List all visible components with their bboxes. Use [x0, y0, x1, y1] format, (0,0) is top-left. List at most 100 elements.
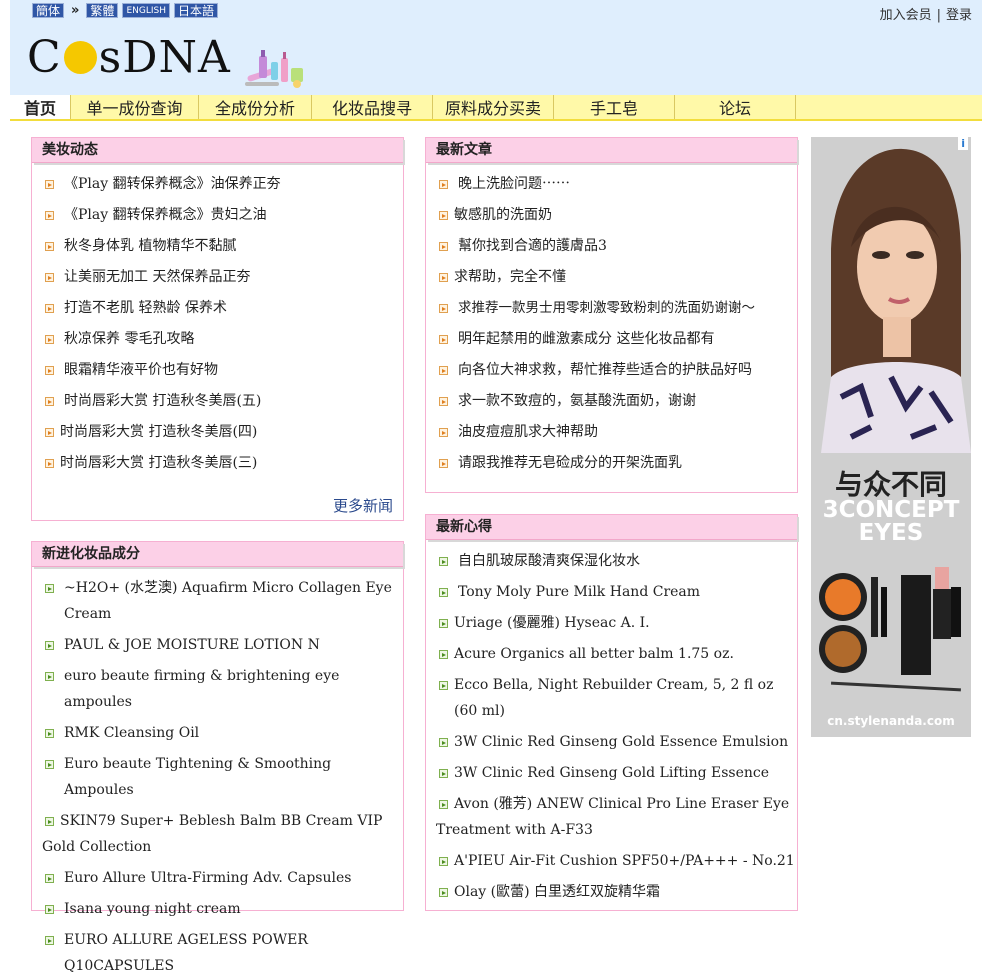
product-link[interactable]: Isana young night cream: [64, 901, 241, 917]
list-item[interactable]: 幫你找到合適的護膚品3: [436, 233, 797, 259]
list-item[interactable]: 《Play 翻转保养概念》贵妇之油: [42, 202, 403, 228]
nav-item-ingredient-trade[interactable]: 原料成分买卖: [433, 95, 554, 119]
article-link[interactable]: 油皮痘痘肌求大神帮助: [458, 424, 598, 440]
list-item[interactable]: 油皮痘痘肌求大神帮助: [436, 419, 797, 445]
list-item[interactable]: 时尚唇彩大赏 打造秋冬美唇(三): [42, 450, 403, 476]
list-item[interactable]: 眼霜精华液平价也有好物: [42, 357, 403, 383]
list-item[interactable]: A'PIEU Air-Fit Cushion SPF50+/PA+++ - No…: [436, 848, 797, 874]
model-portrait-icon: [811, 137, 971, 453]
list-item[interactable]: 请跟我推荐无皂硷成分的开架洗面乳: [436, 450, 797, 476]
list-item[interactable]: 秋凉保养 零毛孔攻略: [42, 326, 403, 352]
list-item[interactable]: 《Play 翻转保养概念》油保养正夯: [42, 171, 403, 197]
nav-item-handmade-soap[interactable]: 手工皂: [554, 95, 675, 119]
list-item[interactable]: RMK Cleansing Oil: [42, 720, 403, 746]
review-link[interactable]: 自白肌玻尿酸清爽保湿化妆水: [458, 553, 640, 569]
list-item[interactable]: Tony Moly Pure Milk Hand Cream: [436, 579, 797, 605]
list-item[interactable]: 向各位大神求救，帮忙推荐些适合的护肤品好吗: [436, 357, 797, 383]
nav-item-product-search[interactable]: 化妆品搜寻: [312, 95, 433, 119]
lang-simplified-button[interactable]: 簡体: [32, 2, 65, 18]
review-link[interactable]: A'PIEU Air-Fit Cushion SPF50+/PA+++ - No…: [454, 853, 795, 869]
list-item[interactable]: Olay (歐蕾) 白里透红双旋精华霜: [436, 879, 797, 905]
list-item[interactable]: EURO ALLURE AGELESS POWER Q10CAPSULES: [42, 927, 403, 979]
list-item[interactable]: Ecco Bella, Night Rebuilder Cream, 5, 2 …: [436, 672, 797, 724]
news-link[interactable]: 《Play 翻转保养概念》油保养正夯: [64, 176, 281, 192]
list-item[interactable]: 敏感肌的洗面奶: [436, 202, 797, 228]
article-link[interactable]: 求帮助，完全不懂: [454, 269, 566, 285]
news-link[interactable]: 秋冬身体乳 植物精华不黏腻: [64, 238, 236, 254]
review-link[interactable]: Acure Organics all better balm 1.75 oz.: [454, 646, 734, 662]
arrow-bullet-icon: [45, 459, 54, 468]
list-item[interactable]: 晚上洗脸问题⋯⋯: [436, 171, 797, 197]
list-item[interactable]: 打造不老肌 轻熟龄 保养术: [42, 295, 403, 321]
list-item[interactable]: Euro beaute Tightening & Smoothing Ampou…: [42, 751, 403, 803]
news-link[interactable]: 时尚唇彩大赏 打造秋冬美唇(三): [60, 455, 257, 471]
nav-item-home[interactable]: 首页: [10, 95, 71, 119]
register-link[interactable]: 加入会员: [880, 8, 932, 23]
review-link[interactable]: Olay (歐蕾) 白里透红双旋精华霜: [454, 884, 660, 900]
article-link[interactable]: 敏感肌的洗面奶: [454, 207, 552, 223]
list-item[interactable]: SKIN79 Super+ Beblesh Balm BB Cream VIP …: [42, 808, 403, 860]
news-link[interactable]: 《Play 翻转保养概念》贵妇之油: [64, 207, 267, 223]
ad-url[interactable]: cn.stylenanda.com: [811, 714, 971, 728]
product-link[interactable]: SKIN79 Super+ Beblesh Balm BB Cream VIP …: [42, 808, 403, 860]
advertisement-banner[interactable]: i 与众不同 3CONCEPT EYES cn.stylenanda.com: [811, 137, 971, 737]
list-item[interactable]: ~H2O+ (水芝澳) Aquafirm Micro Collagen Eye …: [42, 575, 403, 627]
login-link[interactable]: 登录: [946, 8, 972, 23]
article-link[interactable]: 求一款不致痘的，氨基酸洗面奶，谢谢: [458, 393, 696, 409]
review-link[interactable]: Avon (雅芳) ANEW Clinical Pro Line Eraser …: [436, 791, 797, 843]
news-link[interactable]: 时尚唇彩大赏 打造秋冬美唇(五): [64, 393, 261, 409]
list-item[interactable]: 时尚唇彩大赏 打造秋冬美唇(五): [42, 388, 403, 414]
review-link[interactable]: Tony Moly Pure Milk Hand Cream: [458, 584, 700, 600]
list-item[interactable]: Avon (雅芳) ANEW Clinical Pro Line Eraser …: [436, 791, 797, 843]
list-item[interactable]: 秋冬身体乳 植物精华不黏腻: [42, 233, 403, 259]
list-item[interactable]: 让美丽无加工 天然保养品正夯: [42, 264, 403, 290]
list-item[interactable]: 明年起禁用的雌激素成分 这些化妆品都有: [436, 326, 797, 352]
ad-info-icon[interactable]: i: [958, 137, 968, 150]
article-link[interactable]: 晚上洗脸问题⋯⋯: [458, 176, 570, 192]
article-link[interactable]: 幫你找到合適的護膚品3: [458, 238, 607, 254]
list-item[interactable]: 3W Clinic Red Ginseng Gold Lifting Essen…: [436, 760, 797, 786]
product-link[interactable]: Euro Allure Ultra-Firming Adv. Capsules: [64, 870, 351, 886]
product-link[interactable]: ~H2O+ (水芝澳) Aquafirm Micro Collagen Eye …: [64, 580, 392, 622]
member-separator: |: [936, 8, 941, 23]
product-link[interactable]: Euro beaute Tightening & Smoothing Ampou…: [64, 756, 331, 798]
nav-item-forum[interactable]: 论坛: [675, 95, 796, 119]
product-link[interactable]: euro beaute firming & brightening eye am…: [64, 668, 339, 710]
list-item[interactable]: 时尚唇彩大赏 打造秋冬美唇(四): [42, 419, 403, 445]
review-link[interactable]: Ecco Bella, Night Rebuilder Cream, 5, 2 …: [454, 677, 773, 719]
list-item[interactable]: Uriage (優麗雅) Hyseac A. I.: [436, 610, 797, 636]
product-link[interactable]: EURO ALLURE AGELESS POWER Q10CAPSULES: [64, 932, 308, 974]
product-link[interactable]: RMK Cleansing Oil: [64, 725, 199, 741]
list-item[interactable]: Acure Organics all better balm 1.75 oz.: [436, 641, 797, 667]
list-item[interactable]: Euro Allure Ultra-Firming Adv. Capsules: [42, 865, 403, 891]
list-item[interactable]: 求帮助，完全不懂: [436, 264, 797, 290]
article-link[interactable]: 明年起禁用的雌激素成分 这些化妆品都有: [458, 331, 714, 347]
list-item[interactable]: euro beaute firming & brightening eye am…: [42, 663, 403, 715]
lang-traditional-button[interactable]: 繁體: [86, 2, 119, 18]
news-link[interactable]: 秋凉保养 零毛孔攻略: [64, 331, 194, 347]
more-news-link[interactable]: 更多新闻: [333, 495, 393, 516]
list-item[interactable]: Isana young night cream: [42, 896, 403, 922]
review-link[interactable]: Uriage (優麗雅) Hyseac A. I.: [454, 615, 650, 631]
article-link[interactable]: 求推荐一款男士用零刺激零致粉刺的洗面奶谢谢～: [458, 300, 755, 316]
news-link[interactable]: 让美丽无加工 天然保养品正夯: [64, 269, 250, 285]
article-link[interactable]: 请跟我推荐无皂硷成分的开架洗面乳: [458, 455, 682, 471]
arrow-bullet-icon: [45, 874, 54, 883]
news-link[interactable]: 眼霜精华液平价也有好物: [64, 362, 218, 378]
product-link[interactable]: PAUL & JOE MOISTURE LOTION N: [64, 637, 320, 653]
nav-item-full-analysis[interactable]: 全成份分析: [199, 95, 312, 119]
list-item[interactable]: 自白肌玻尿酸清爽保湿化妆水: [436, 548, 797, 574]
list-item[interactable]: 3W Clinic Red Ginseng Gold Essence Emuls…: [436, 729, 797, 755]
lang-english-button[interactable]: ENGLISH: [122, 2, 170, 18]
news-link[interactable]: 打造不老肌 轻熟龄 保养术: [64, 300, 227, 316]
ad-brand: 3CONCEPT EYES: [822, 497, 960, 546]
article-link[interactable]: 向各位大神求救，帮忙推荐些适合的护肤品好吗: [458, 362, 752, 378]
nav-item-single-ingredient[interactable]: 单一成份查询: [71, 95, 199, 119]
list-item[interactable]: PAUL & JOE MOISTURE LOTION N: [42, 632, 403, 658]
list-item[interactable]: 求一款不致痘的，氨基酸洗面奶，谢谢: [436, 388, 797, 414]
list-item[interactable]: 求推荐一款男士用零刺激零致粉刺的洗面奶谢谢～: [436, 295, 797, 321]
review-link[interactable]: 3W Clinic Red Ginseng Gold Essence Emuls…: [454, 734, 788, 750]
review-link[interactable]: 3W Clinic Red Ginseng Gold Lifting Essen…: [454, 765, 769, 781]
lang-japanese-button[interactable]: 日本語: [173, 2, 218, 18]
news-link[interactable]: 时尚唇彩大赏 打造秋冬美唇(四): [60, 424, 257, 440]
